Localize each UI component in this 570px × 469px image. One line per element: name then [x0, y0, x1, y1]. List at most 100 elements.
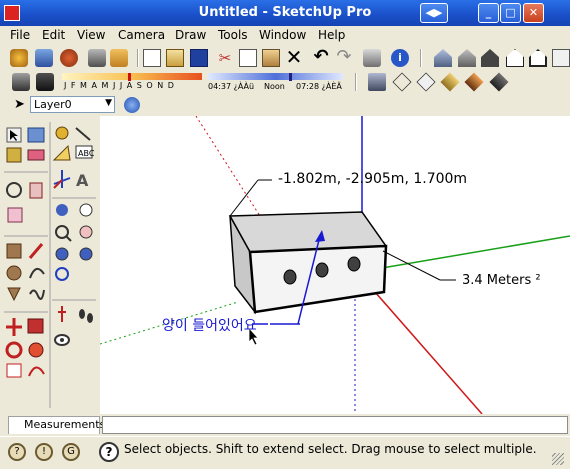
paint-icon[interactable]	[60, 49, 78, 67]
pencil-tool-icon	[28, 243, 44, 259]
paint-bucket-icon	[6, 147, 22, 163]
shadow-settings-icon[interactable]	[12, 73, 30, 91]
menu-camera[interactable]: Camera	[118, 28, 165, 42]
open-folder-icon[interactable]	[166, 49, 184, 67]
menu-draw[interactable]: Draw	[175, 28, 206, 42]
measurements-label: Measurements	[24, 418, 106, 431]
geolocation-icon[interactable]: ?	[8, 443, 26, 461]
svg-text:ABC: ABC	[78, 149, 95, 158]
month-slider-thumb[interactable]	[128, 73, 131, 81]
save-icon[interactable]	[190, 49, 208, 67]
model-info-icon[interactable]: i	[391, 49, 409, 67]
select-tool-icon	[6, 127, 22, 143]
month-labels: J F M A M J J A S O N D	[64, 81, 175, 90]
tape-icon[interactable]	[110, 49, 128, 67]
text-tool-icon: ABC	[75, 145, 95, 159]
arrow-cursor-icon[interactable]: ➤	[14, 97, 25, 112]
menu-view[interactable]: View	[77, 28, 105, 42]
axes-tool-icon	[53, 170, 71, 189]
rotate-tool-icon	[5, 341, 23, 359]
footprints-icon	[79, 309, 93, 323]
svg-text:A: A	[76, 171, 89, 190]
eraser-tool-icon	[27, 149, 45, 161]
cut-icon[interactable]: ✂	[216, 49, 234, 67]
model-canvas	[100, 116, 570, 414]
drawing-viewport[interactable]: -1.802m, -2.905m, 1.700m 3.4 Meters ² 양이…	[100, 116, 570, 414]
xray-icon[interactable]	[368, 73, 386, 91]
textured-icon[interactable]	[464, 72, 484, 92]
push-pull-icon	[27, 318, 44, 334]
circle-tool-icon	[6, 265, 22, 281]
monochrome-icon[interactable]	[489, 72, 509, 92]
status-text: Select objects. Shift to extend select. …	[124, 442, 537, 456]
component-tool-icon	[27, 127, 45, 143]
tool-palette: ABC A	[0, 116, 100, 414]
paste-icon[interactable]	[262, 49, 280, 67]
hole-left[interactable]	[283, 269, 297, 285]
tool-icons: ABC A	[4, 122, 96, 408]
follow-me-icon	[28, 342, 44, 358]
shaded-icon[interactable]	[440, 72, 460, 92]
time-noon-label: Noon	[264, 82, 285, 91]
offset-tool-icon	[28, 366, 45, 377]
red-axis-negative	[195, 116, 261, 217]
korean-annotation[interactable]: 양이 들어있어요	[162, 315, 257, 335]
undo-icon[interactable]: ↶	[312, 47, 330, 67]
menu-bar: File Edit View Camera Draw Tools Window …	[0, 26, 570, 46]
time-slider-thumb[interactable]	[289, 73, 292, 81]
red-axis-positive	[367, 283, 483, 414]
left-view-icon[interactable]	[552, 49, 570, 67]
wireframe-icon[interactable]	[392, 72, 412, 92]
hole-right[interactable]	[347, 256, 361, 272]
freehand-tool-icon	[29, 289, 45, 300]
resize-grip-icon[interactable]	[552, 453, 564, 465]
user-icon[interactable]: G	[62, 443, 80, 461]
pan-tool-icon	[29, 182, 43, 199]
hidden-line-icon[interactable]	[416, 72, 436, 92]
hole-middle[interactable]	[315, 262, 329, 278]
copy-icon[interactable]	[239, 49, 257, 67]
arc-tool-icon	[29, 267, 45, 279]
measurements-input[interactable]	[102, 416, 568, 434]
coordinate-label[interactable]: -1.802m, -2.905m, 1.700m	[278, 171, 467, 187]
eraser-icon[interactable]	[88, 49, 106, 67]
area-label[interactable]: 3.4 Meters ²	[462, 273, 541, 288]
menu-edit[interactable]: Edit	[42, 28, 65, 42]
menu-file[interactable]: File	[10, 28, 30, 42]
print-icon[interactable]	[363, 49, 381, 67]
back-view-icon[interactable]	[529, 49, 547, 67]
shadow-toolbar: J F M A M J J A S O N D 04:37 ¿ÀÀü Noon …	[0, 70, 570, 94]
menu-help[interactable]: Help	[318, 28, 345, 42]
credits-icon[interactable]: !	[35, 443, 53, 461]
new-file-icon[interactable]	[143, 49, 161, 67]
iso-view-icon[interactable]	[434, 49, 452, 67]
month-slider-track[interactable]	[62, 73, 202, 80]
minimize-button[interactable]: _	[478, 3, 499, 23]
close-button[interactable]: ✕	[523, 3, 544, 23]
menu-tools[interactable]: Tools	[218, 28, 248, 42]
redo-icon[interactable]: ↷	[335, 47, 353, 67]
rectangle-tool-icon	[6, 243, 22, 259]
box-front-face[interactable]	[248, 244, 388, 314]
delete-icon[interactable]: ✕	[285, 47, 303, 67]
zoom-tool-icon	[55, 225, 72, 242]
orbit-tool-icon	[6, 182, 22, 198]
layer-select[interactable]: Layer0 ▼	[30, 96, 115, 113]
walk-tool-icon	[58, 306, 66, 322]
orbit-2-icon	[56, 204, 68, 216]
shadow-toggle-icon[interactable]	[36, 73, 54, 91]
front-view-icon[interactable]	[481, 49, 499, 67]
right-view-icon[interactable]	[506, 49, 524, 67]
layer-manager-icon[interactable]	[124, 97, 140, 113]
time-slider-track[interactable]	[208, 73, 343, 80]
menu-window[interactable]: Window	[259, 28, 306, 42]
select-icon[interactable]	[10, 49, 28, 67]
component-icon[interactable]	[35, 49, 53, 67]
look-around-icon	[54, 334, 70, 346]
move-tool-icon	[6, 318, 22, 336]
top-view-icon[interactable]	[458, 49, 476, 67]
arrows-icon[interactable]: ◀▶	[420, 3, 448, 23]
next-view-icon	[79, 247, 93, 261]
help-icon[interactable]: ?	[99, 442, 119, 462]
maximize-button[interactable]: □	[500, 3, 521, 23]
